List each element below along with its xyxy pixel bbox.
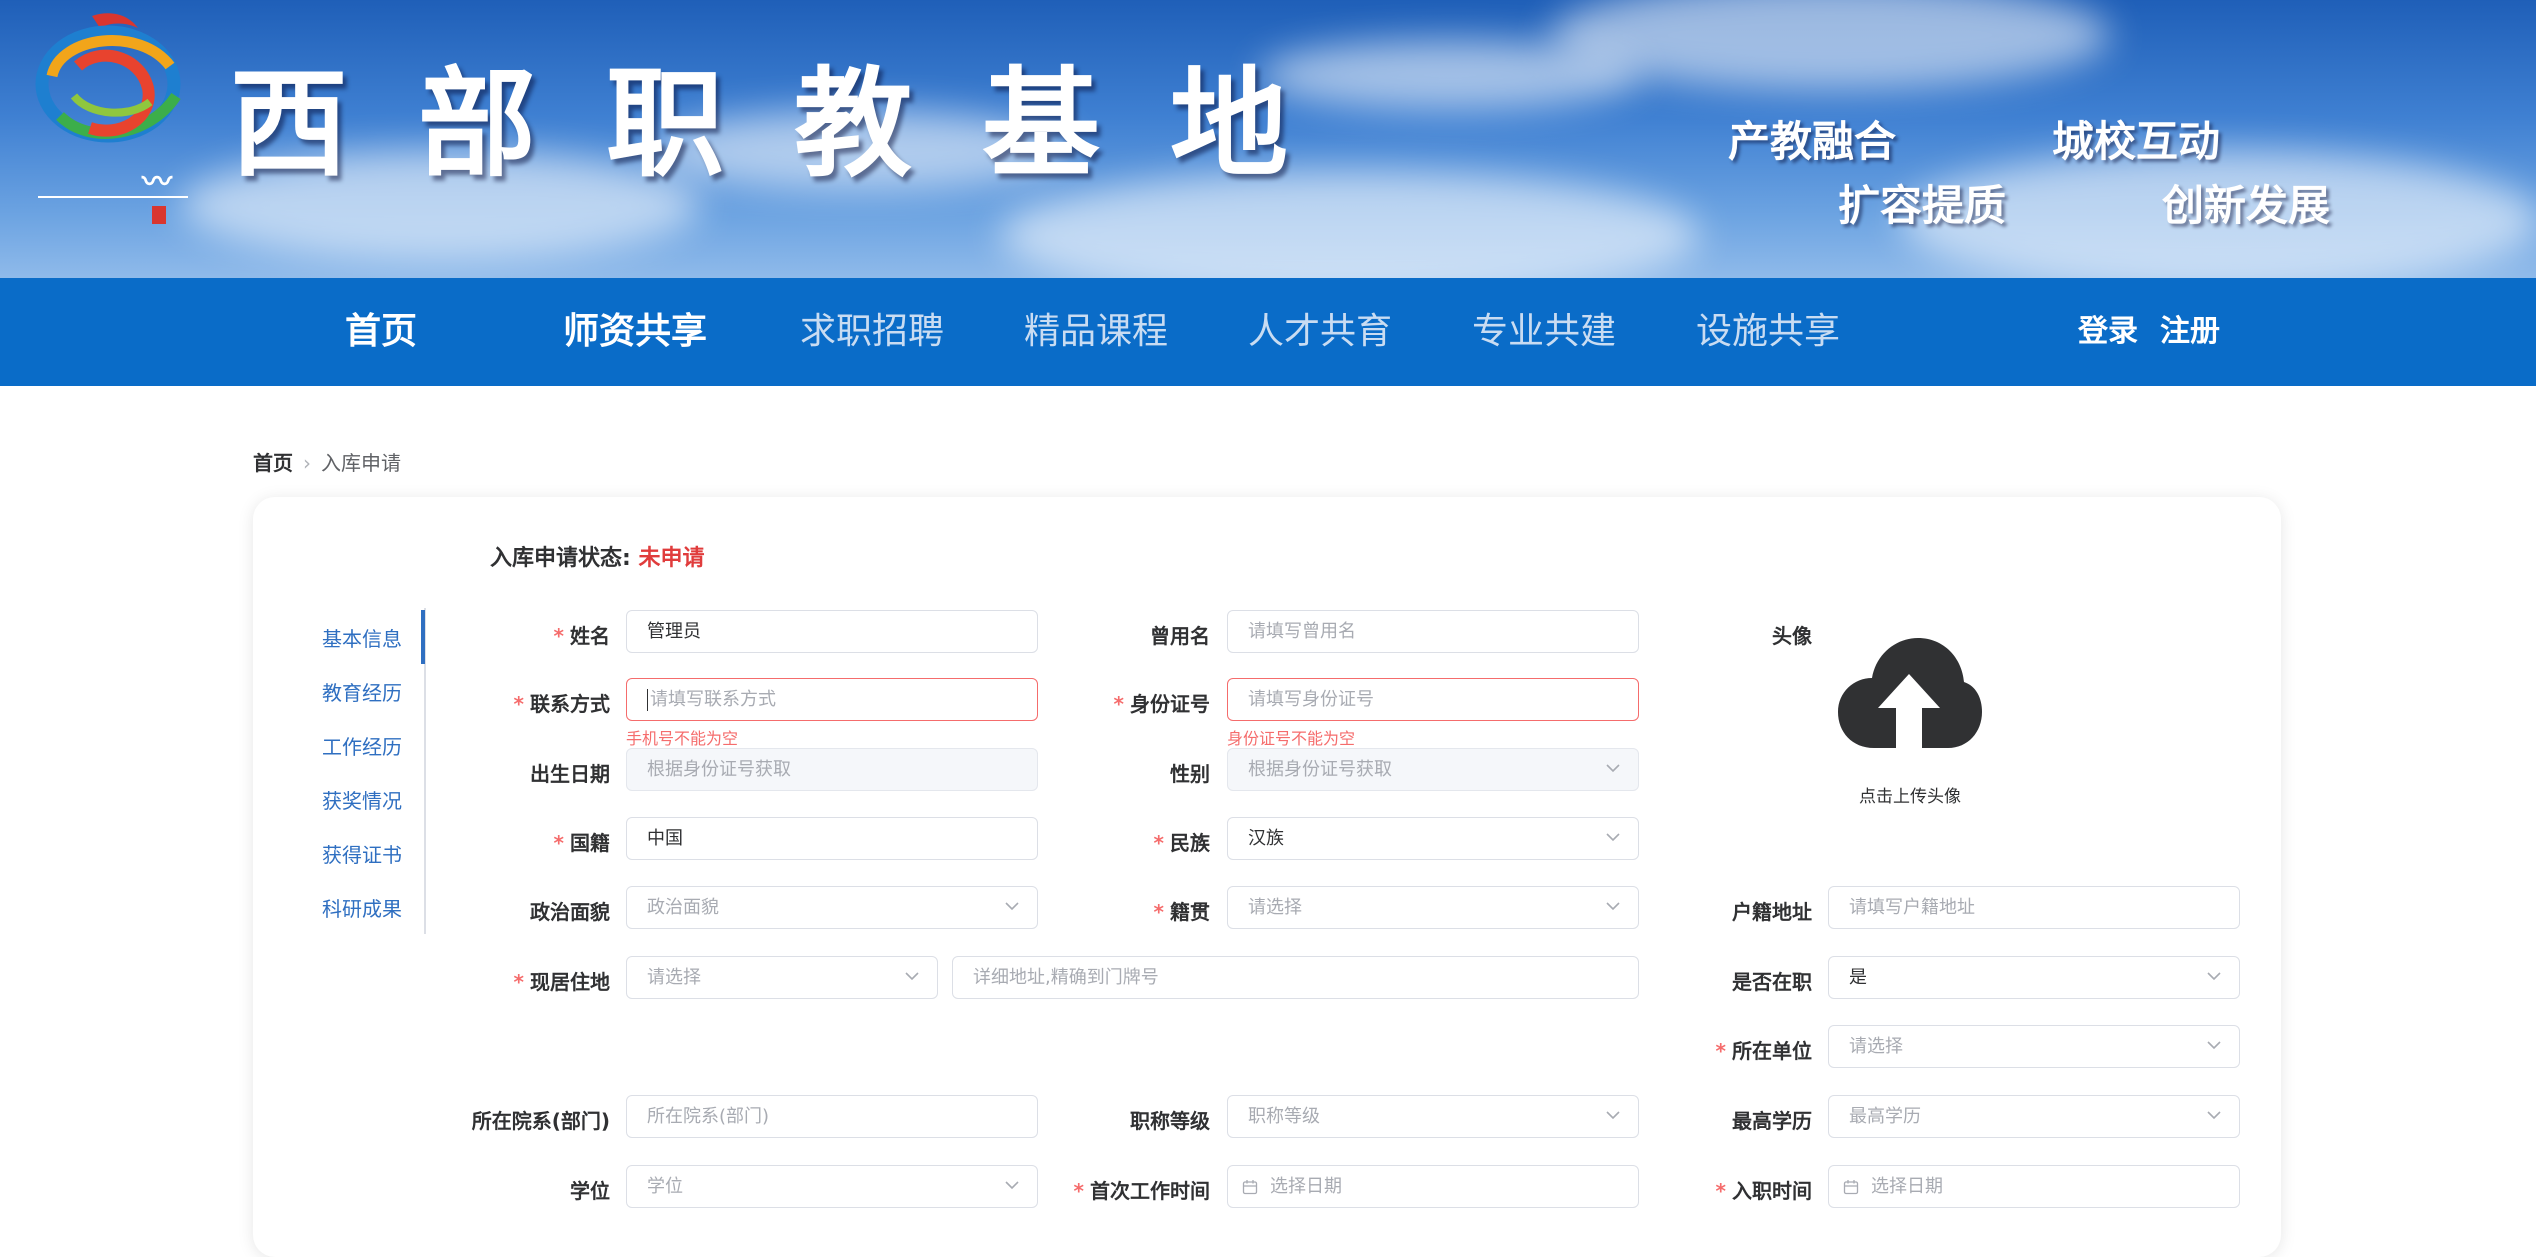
breadcrumb-current: 入库申请	[321, 451, 401, 475]
employer-select[interactable]: 请选择	[1828, 1025, 2240, 1068]
nav-item-courses[interactable]: 精品课程	[1024, 278, 1168, 386]
employed-select[interactable]: 是	[1828, 956, 2240, 999]
education-select[interactable]: 最高学历	[1828, 1095, 2240, 1138]
id-number-error: 身份证号不能为空	[1227, 729, 1356, 748]
id-number-label: * 身份证号	[1113, 692, 1210, 716]
slogan-2: 城校互动	[2052, 117, 2221, 166]
chevron-down-icon	[2207, 972, 2221, 981]
chevron-down-icon	[1005, 1181, 1019, 1190]
birth-date-label: 出生日期	[530, 762, 610, 786]
contact-error: 手机号不能为空	[626, 729, 739, 748]
name-label: * 姓名	[553, 624, 610, 648]
residence-detail-input[interactable]: 详细地址,精确到门牌号	[952, 956, 1639, 999]
chevron-down-icon	[1606, 1111, 1620, 1120]
breadcrumb-home[interactable]: 首页	[253, 451, 293, 475]
household-address-input[interactable]: 请填写户籍地址	[1828, 886, 2240, 929]
gender-select: 根据身份证号获取	[1227, 748, 1639, 791]
nav-item-facilities[interactable]: 设施共享	[1696, 278, 1840, 386]
first-work-time-label: * 首次工作时间	[1073, 1179, 1210, 1203]
gender-label: 性别	[1170, 762, 1210, 786]
header-banner: 〰 西部职教基地 产教融合 城校互动 扩容提质 创新发展	[0, 0, 2536, 278]
application-status: 入库申请状态: 未申请	[490, 540, 705, 572]
text-cursor	[647, 689, 648, 711]
ethnicity-label: * 民族	[1153, 831, 1210, 855]
tab-education[interactable]: 教育经历	[322, 677, 402, 706]
degree-label: 学位	[570, 1179, 610, 1203]
hire-time-picker[interactable]: 选择日期	[1828, 1165, 2240, 1208]
native-place-select[interactable]: 请选择	[1227, 886, 1639, 929]
upload-avatar-text[interactable]: 点击上传头像	[1800, 782, 2020, 807]
department-label: 所在院系(部门)	[471, 1109, 610, 1133]
slogan-1: 产教融合	[1728, 117, 1897, 166]
nationality-input[interactable]: 中国	[626, 817, 1038, 860]
residence-select[interactable]: 请选择	[626, 956, 938, 999]
tab-work[interactable]: 工作经历	[322, 731, 402, 760]
chevron-down-icon	[1005, 902, 1019, 911]
site-title: 西部职教基地	[230, 54, 1359, 193]
nav-item-jobs[interactable]: 求职招聘	[800, 278, 944, 386]
nationality-label: * 国籍	[553, 831, 610, 855]
former-name-input[interactable]: 请填写曾用名	[1227, 610, 1639, 653]
chevron-down-icon	[2207, 1111, 2221, 1120]
degree-select[interactable]: 学位	[626, 1165, 1038, 1208]
breadcrumb: 首页 › 入库申请	[253, 447, 401, 476]
nav-item-home[interactable]: 首页	[345, 278, 417, 386]
tab-basic-info[interactable]: 基本信息	[322, 623, 402, 652]
tab-awards[interactable]: 获奖情况	[322, 785, 402, 814]
employed-label: 是否在职	[1732, 970, 1812, 994]
political-select[interactable]: 政治面貌	[626, 886, 1038, 929]
id-number-input[interactable]: 请填写身份证号	[1227, 678, 1639, 721]
login-link[interactable]: 登录	[2078, 278, 2138, 386]
svg-text:〰: 〰	[141, 165, 173, 200]
cloud-upload-icon[interactable]	[1836, 636, 1982, 756]
title-level-select[interactable]: 职称等级	[1227, 1095, 1639, 1138]
chevron-down-icon	[1606, 764, 1620, 773]
status-badge: 未申请	[638, 546, 705, 571]
calendar-icon	[1242, 1180, 1258, 1195]
active-tab-indicator	[421, 610, 425, 664]
contact-label: * 联系方式	[513, 692, 610, 716]
ethnicity-select[interactable]: 汉族	[1227, 817, 1639, 860]
chevron-down-icon	[2207, 1041, 2221, 1050]
former-name-label: 曾用名	[1150, 624, 1210, 648]
first-work-time-picker[interactable]: 选择日期	[1227, 1165, 1639, 1208]
tab-certificates[interactable]: 获得证书	[322, 839, 402, 868]
slogan-4: 创新发展	[2162, 181, 2331, 230]
residence-label: * 现居住地	[513, 970, 610, 994]
title-level-label: 职称等级	[1130, 1109, 1210, 1133]
main-nav: 首页 师资共享 求职招聘 精品课程 人才共育 专业共建 设施共享 登录 注册	[0, 278, 2536, 386]
slogan-3: 扩容提质	[1838, 181, 2007, 230]
department-input[interactable]: 所在院系(部门)	[626, 1095, 1038, 1138]
chevron-down-icon	[1606, 902, 1620, 911]
native-place-label: * 籍贯	[1153, 900, 1210, 924]
tab-research[interactable]: 科研成果	[322, 893, 402, 922]
nav-item-talent[interactable]: 人才共育	[1248, 278, 1392, 386]
section-tabs: 基本信息 教育经历 工作经历 获奖情况 获得证书 科研成果	[300, 608, 426, 934]
name-input[interactable]: 管理员	[626, 610, 1038, 653]
household-address-label: 户籍地址	[1732, 900, 1812, 924]
education-label: 最高学历	[1732, 1109, 1812, 1133]
birth-date-input: 根据身份证号获取	[626, 748, 1038, 791]
avatar-label: 头像	[1772, 624, 1812, 648]
chevron-right-icon: ›	[303, 451, 311, 475]
calendar-icon	[1843, 1180, 1859, 1195]
political-label: 政治面貌	[530, 900, 610, 924]
chevron-down-icon	[1606, 833, 1620, 842]
status-label: 入库申请状态:	[490, 546, 631, 571]
city-logo: 〰	[35, 13, 188, 224]
hire-time-label: * 入职时间	[1715, 1179, 1812, 1203]
nav-item-majors[interactable]: 专业共建	[1472, 278, 1616, 386]
employer-label: * 所在单位	[1715, 1039, 1812, 1063]
contact-input[interactable]: 请填写联系方式	[626, 678, 1038, 721]
chevron-down-icon	[905, 972, 919, 981]
register-link[interactable]: 注册	[2160, 278, 2220, 386]
nav-item-teacher-share[interactable]: 师资共享	[563, 278, 707, 386]
